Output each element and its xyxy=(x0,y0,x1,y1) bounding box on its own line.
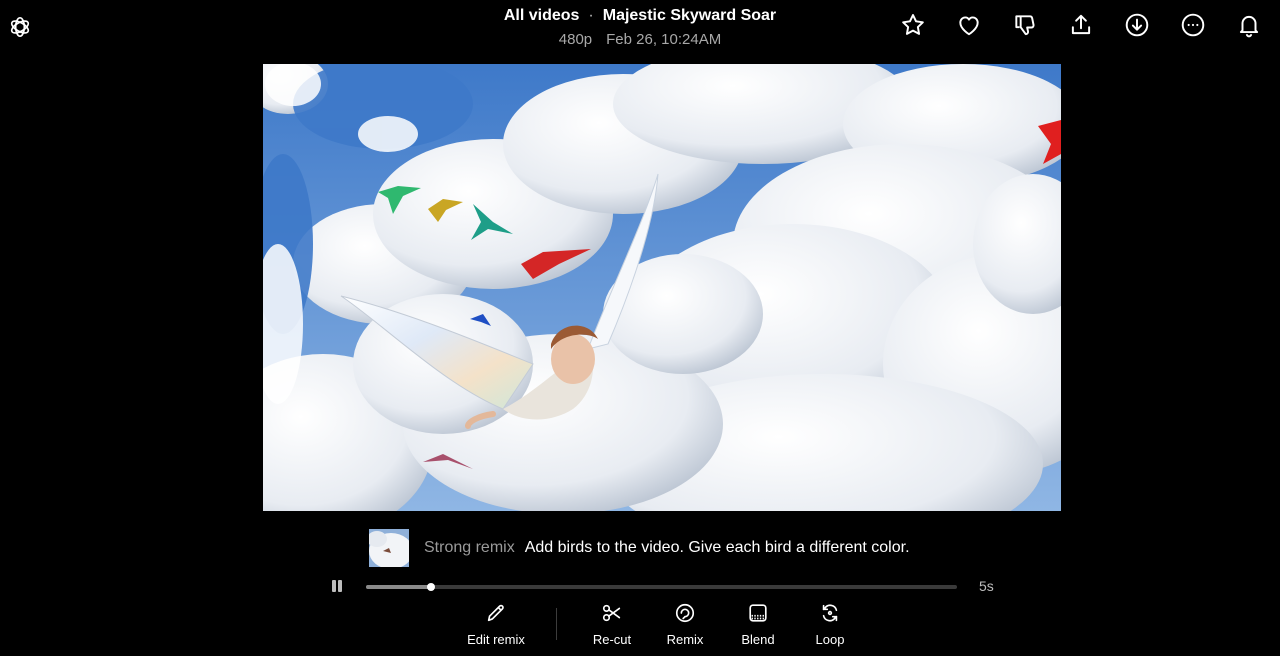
playback-controls: 5s xyxy=(330,578,1000,594)
download-icon[interactable] xyxy=(1124,12,1150,38)
remix-icon xyxy=(674,602,696,624)
bell-icon[interactable] xyxy=(1236,12,1262,38)
video-title: Majestic Skyward Soar xyxy=(602,7,777,24)
progress-scrubber[interactable] xyxy=(366,583,957,591)
top-action-bar xyxy=(900,12,1262,38)
remix-source-thumbnail[interactable] xyxy=(369,529,409,567)
scissors-icon xyxy=(601,602,623,624)
remix-prompt-text: Add birds to the video. Give each bird a… xyxy=(524,539,910,556)
toolbar-divider xyxy=(556,608,557,640)
scrubber-handle[interactable] xyxy=(427,583,435,591)
breadcrumb-separator: · xyxy=(588,7,594,24)
loop-label: Loop xyxy=(815,632,845,647)
progress-fill xyxy=(366,585,431,589)
share-upload-icon[interactable] xyxy=(1068,12,1094,38)
more-options-icon[interactable] xyxy=(1180,12,1206,38)
heart-icon[interactable] xyxy=(956,12,982,38)
video-player-frame[interactable] xyxy=(263,64,1061,511)
thumbs-down-icon[interactable] xyxy=(1012,12,1038,38)
edit-remix-label: Edit remix xyxy=(467,632,525,647)
timestamp-label: Feb 26, 10:24AM xyxy=(606,31,722,48)
loop-icon xyxy=(819,602,841,624)
star-icon[interactable] xyxy=(900,12,926,38)
edit-remix-button[interactable]: Edit remix xyxy=(451,600,541,647)
video-frame-image xyxy=(263,64,1061,511)
blend-icon xyxy=(747,602,769,624)
remix-strength-label: Strong remix xyxy=(424,539,515,556)
pause-icon[interactable] xyxy=(330,580,344,593)
edit-toolbar: Edit remix Re-cut Remix Blend Loop xyxy=(0,600,1280,656)
loop-button[interactable]: Loop xyxy=(785,600,875,647)
breadcrumb-all-videos[interactable]: All videos xyxy=(504,7,580,24)
duration-label: 5s xyxy=(979,578,994,594)
pencil-icon xyxy=(485,602,507,624)
resolution-label: 480p xyxy=(558,31,593,48)
remix-prompt-row: Strong remix Add birds to the video. Giv… xyxy=(369,529,910,567)
